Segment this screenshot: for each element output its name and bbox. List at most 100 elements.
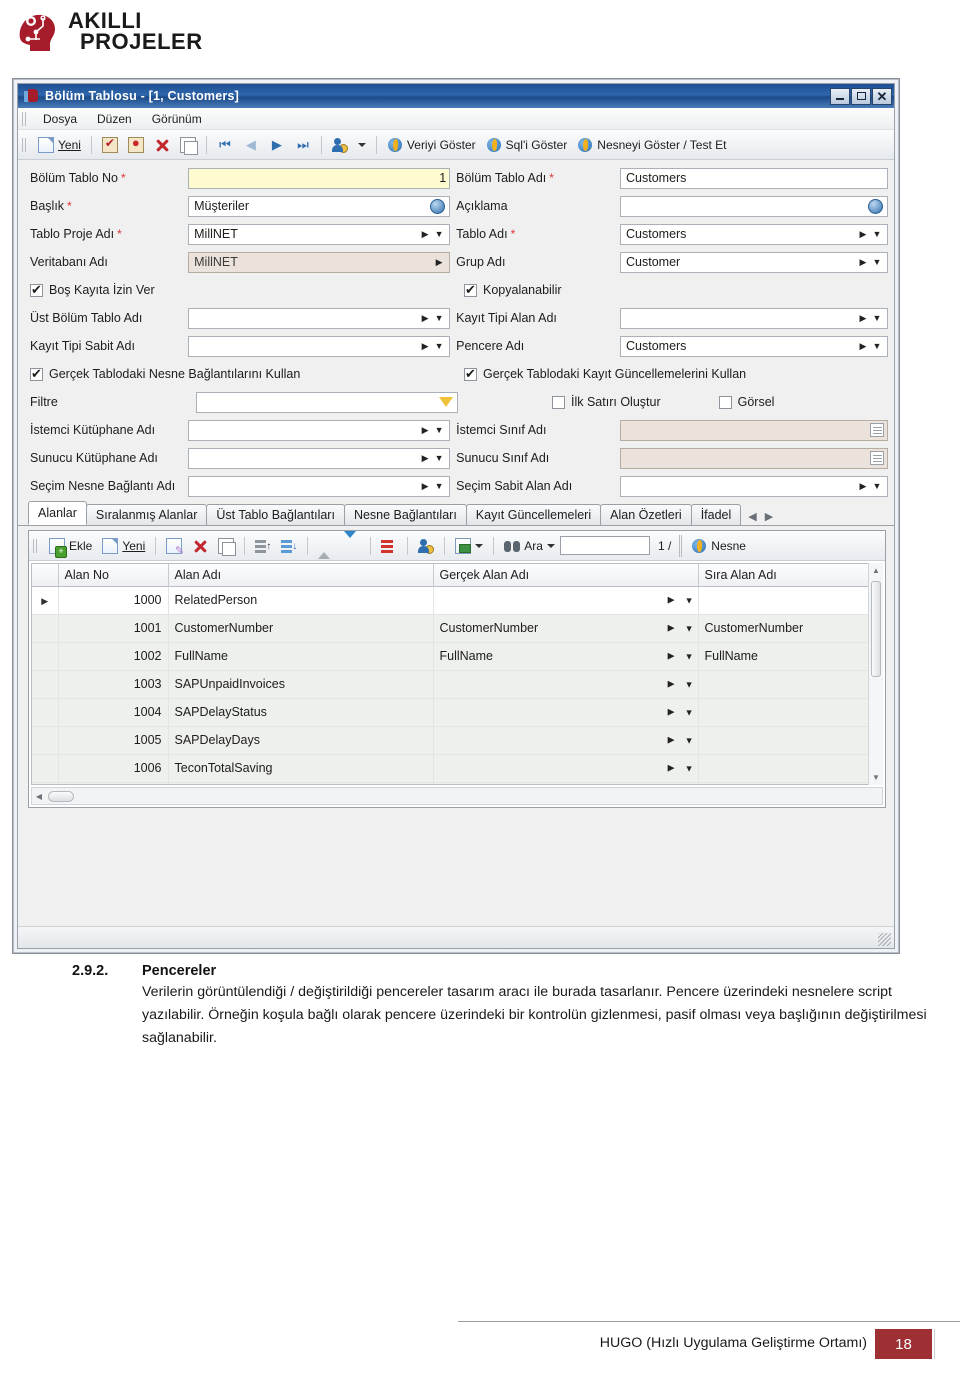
menu-grip-handle[interactable] [22, 111, 28, 126]
window-resize-grip[interactable] [878, 933, 891, 946]
cell-gercek-alan-adi[interactable]: FullName ▶ ▼ [433, 642, 699, 671]
lookup-open-icon[interactable]: ▶ [418, 481, 432, 492]
chevron-down-icon[interactable]: ▼ [870, 313, 884, 323]
maximize-button[interactable] [851, 87, 871, 105]
chevron-down-icon[interactable]: ▼ [870, 341, 884, 351]
new-record-button[interactable]: Yeni [33, 135, 86, 155]
grid-horizontal-scrollbar[interactable]: ◀ [31, 787, 883, 805]
lookup-open-icon[interactable]: ▶ [418, 341, 432, 352]
chevron-down-icon[interactable]: ▼ [432, 341, 446, 351]
table-row[interactable]: 1003 SAPUnpaidInvoices ▶ ▼ [32, 670, 882, 699]
lookup-open-icon[interactable]: ▶ [668, 763, 675, 774]
scroll-left-icon[interactable]: ◀ [32, 792, 46, 801]
show-data-button[interactable]: Veriyi Göster [382, 135, 481, 155]
menu-item-dosya[interactable]: Dosya [33, 110, 87, 128]
lookup-open-icon[interactable]: ▶ [668, 651, 675, 662]
column-header-alan-adi[interactable]: Alan Adı [168, 564, 434, 587]
field-kayit-tipi-alan-adi[interactable]: ▶ ▼ [620, 307, 888, 329]
scrollbar-thumb[interactable] [48, 790, 74, 802]
field-tablo-adi[interactable]: Customers ▶ ▼ [620, 223, 888, 245]
field-baslik[interactable]: Müşteriler [188, 195, 451, 217]
clear-rows-button[interactable] [376, 536, 402, 556]
chevron-down-icon[interactable]: ▼ [870, 257, 884, 267]
record-history-button[interactable] [327, 135, 353, 155]
chevron-down-icon[interactable] [546, 543, 555, 548]
tab-ifadeler[interactable]: İfadel [690, 504, 742, 525]
last-record-button[interactable]: ⏭ [290, 135, 316, 155]
add-row-button[interactable]: Ekle [44, 536, 97, 558]
tab-scroll-left-icon[interactable]: ◀ [748, 510, 756, 523]
show-object-test-button[interactable]: Nesneyi Göster / Test Et [572, 135, 731, 155]
field-secim-sabit-alan-adi[interactable]: ▶ ▼ [620, 475, 888, 497]
chevron-down-icon[interactable]: ▼ [685, 595, 694, 605]
field-tablo-proje-adi[interactable]: MillNET ▶ ▼ [188, 223, 451, 245]
cell-gercek-alan-adi[interactable]: ▶▼ [433, 586, 699, 615]
memo-editor-icon[interactable] [870, 423, 884, 437]
move-up-button[interactable]: ↑ [250, 536, 276, 556]
scroll-up-icon[interactable]: ▲ [869, 563, 883, 578]
field-ust-bolum-tablo-adi[interactable]: ▶ ▼ [188, 307, 451, 329]
row-history-button[interactable] [413, 536, 439, 556]
save-rows-button[interactable] [450, 536, 488, 556]
chevron-down-icon[interactable]: ▼ [432, 481, 446, 491]
cell-gercek-alan-adi[interactable]: ▶▼ [433, 782, 699, 784]
window-titlebar[interactable]: Bölüm Tablosu - [1, Customers] ✕ [18, 84, 894, 108]
chevron-down-icon[interactable]: ▼ [685, 679, 694, 689]
chevron-down-icon[interactable]: ▼ [432, 229, 446, 239]
lookup-open-icon[interactable]: ▶ [418, 313, 432, 324]
chevron-down-icon[interactable]: ▼ [685, 763, 694, 773]
checkbox-box[interactable] [718, 395, 732, 409]
field-sunucu-kutuphane-adi[interactable]: ▶ ▼ [188, 447, 451, 469]
column-header-alan-no[interactable]: Alan No [58, 564, 169, 587]
table-row[interactable]: 1001 CustomerNumber CustomerNumber ▶ ▼ Cus… [32, 614, 882, 643]
toolbar-grip-handle[interactable] [22, 137, 28, 152]
chevron-down-icon[interactable]: ▼ [432, 425, 446, 435]
table-row[interactable]: 1002 FullName FullName ▶ ▼ FullName [32, 642, 882, 671]
expand-all-button[interactable] [339, 530, 365, 556]
collapse-all-button[interactable] [313, 536, 339, 559]
lookup-open-icon[interactable]: ▶ [668, 595, 675, 606]
table-row[interactable]: 1004 SAPDelayStatus ▶ ▼ [32, 698, 882, 727]
globe-icon[interactable] [430, 198, 446, 214]
field-istemci-kutuphane-adi[interactable]: ▶ ▼ [188, 419, 451, 441]
field-sunucu-sinif-adi[interactable] [620, 447, 888, 469]
first-record-button[interactable]: ⏮ [212, 135, 238, 155]
chevron-down-icon[interactable]: ▼ [685, 735, 694, 745]
lookup-open-icon[interactable]: ▶ [668, 735, 675, 746]
table-row[interactable]: 1005 SAPDelayDays ▶ ▼ [32, 726, 882, 755]
lookup-open-icon[interactable]: ▶ [856, 229, 870, 240]
edit-row-button[interactable] [161, 536, 187, 557]
field-secim-nesne-baglanti-adi[interactable]: ▶ ▼ [188, 475, 451, 497]
next-record-button[interactable]: ▶ [264, 135, 290, 155]
lookup-open-icon[interactable]: ▶ [856, 341, 870, 352]
checkbox-box[interactable] [464, 282, 477, 298]
checkbox-box[interactable] [30, 366, 43, 382]
cell-gercek-alan-adi[interactable]: ▶▼ [433, 754, 699, 783]
field-filtre[interactable] [196, 391, 458, 413]
field-kayit-tipi-sabit-adi[interactable]: ▶ ▼ [188, 335, 451, 357]
show-sql-button[interactable]: Sql'i Göster [481, 135, 573, 155]
cancel-record-button[interactable] [123, 135, 149, 155]
table-row[interactable]: 1006 TeconTotalSaving ▶ ▼ [32, 754, 882, 783]
save-record-button[interactable] [97, 135, 123, 155]
field-pencere-adi[interactable]: Customers ▶ ▼ [620, 335, 888, 357]
checkbox-box[interactable] [552, 395, 565, 409]
field-bolum-tablo-no[interactable]: 1 [188, 167, 451, 189]
filter-funnel-icon[interactable] [438, 397, 453, 407]
field-aciklama[interactable] [620, 195, 888, 217]
lookup-open-icon[interactable]: ▶ [668, 679, 675, 690]
new-row-button[interactable]: Yeni [97, 536, 150, 556]
lookup-open-icon[interactable]: ▶ [856, 481, 870, 492]
checkbox-box[interactable] [30, 282, 43, 298]
checkbox-gercek-tablodaki-kayit-guncellemelerini-kullan[interactable]: Gerçek Tablodaki Kayıt Güncellemelerini … [458, 366, 746, 382]
field-veritabani-adi[interactable]: MillNET ▶ [188, 251, 451, 273]
minimize-button[interactable] [830, 87, 850, 105]
cell-gercek-alan-adi[interactable]: CustomerNumber ▶ ▼ [433, 614, 699, 643]
checkbox-gercek-tablodaki-nesne-baglantilarini-kullan[interactable]: Gerçek Tablodaki Nesne Bağlantılarını Ku… [24, 366, 300, 382]
chevron-down-icon[interactable] [475, 543, 484, 548]
lookup-open-icon[interactable]: ▶ [418, 425, 432, 436]
toolbar-overflow-button[interactable] [353, 141, 371, 149]
cell-gercek-alan-adi[interactable]: ▶▼ [433, 698, 699, 727]
cell-gercek-alan-adi[interactable]: ▶▼ [433, 670, 699, 699]
lookup-open-icon[interactable]: ▶ [856, 257, 870, 268]
